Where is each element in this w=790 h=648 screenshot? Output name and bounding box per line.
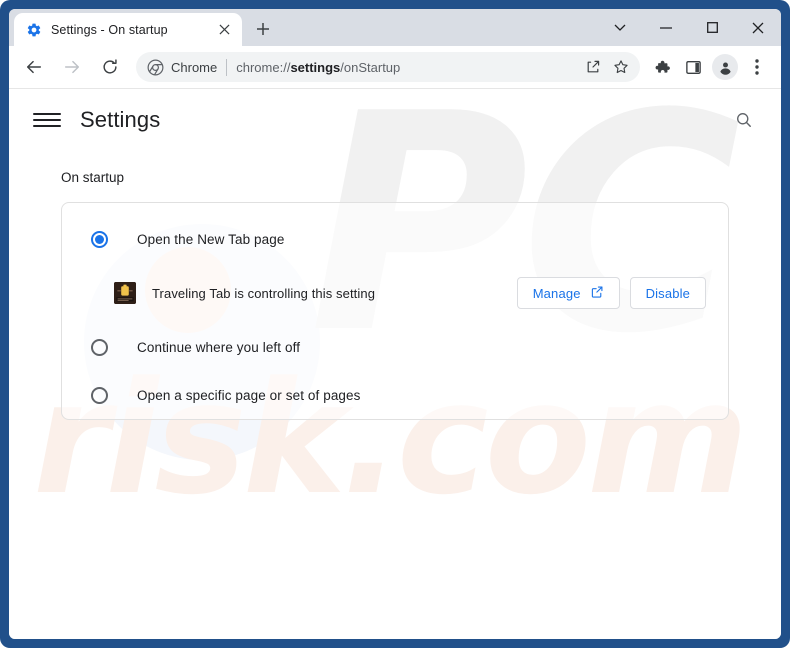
settings-page: PC risk.com Settings On startup xyxy=(9,89,781,639)
url-path: /onStartup xyxy=(340,59,401,75)
reload-icon[interactable] xyxy=(94,51,126,83)
browser-window: Settings - On startup Chrome chrome://se… xyxy=(0,0,790,648)
puzzle-piece-icon[interactable] xyxy=(647,53,675,81)
side-panel-icon[interactable] xyxy=(679,53,707,81)
radio-button-unselected[interactable] xyxy=(91,386,108,404)
tab-strip: Settings - On startup xyxy=(9,9,781,46)
radio-label: Open the New Tab page xyxy=(137,231,285,247)
settings-content: On startup Open the New Tab page Traveli… xyxy=(9,170,781,420)
star-icon[interactable] xyxy=(608,54,634,80)
radio-label: Continue where you left off xyxy=(137,339,301,355)
profile-avatar-icon[interactable] xyxy=(712,54,738,80)
manage-button-label: Manage xyxy=(532,285,581,301)
window-inner: Settings - On startup Chrome chrome://se… xyxy=(9,9,781,639)
close-button[interactable] xyxy=(735,11,781,45)
browser-toolbar: Chrome chrome://settings/onStartup xyxy=(9,46,781,89)
tab-search-chevron-down-icon[interactable] xyxy=(597,11,643,45)
radio-button-unselected[interactable] xyxy=(91,338,108,356)
maximize-button[interactable] xyxy=(689,11,735,45)
page-title: Settings xyxy=(80,107,161,132)
radio-option-continue-where-left-off[interactable]: Continue where you left off xyxy=(62,323,728,371)
tab-title: Settings - On startup xyxy=(51,22,168,37)
browser-tab[interactable]: Settings - On startup xyxy=(14,13,242,46)
new-tab-button[interactable] xyxy=(249,15,277,43)
minimize-button[interactable] xyxy=(643,11,689,45)
three-dot-menu-icon[interactable] xyxy=(743,53,771,81)
manage-button[interactable]: Manage xyxy=(516,277,620,309)
traveling-tab-extension-icon xyxy=(114,282,136,304)
radio-option-new-tab-page[interactable]: Open the New Tab page xyxy=(62,215,728,263)
url-prefix: chrome:// xyxy=(236,59,291,75)
window-controls xyxy=(597,9,781,46)
radio-label: Open a specific page or set of pages xyxy=(137,387,361,403)
extension-control-notice: Traveling Tab is controlling this settin… xyxy=(62,263,728,323)
omnibox-chip-label: Chrome xyxy=(171,59,218,75)
radio-button-selected[interactable] xyxy=(91,230,108,248)
address-bar[interactable]: Chrome chrome://settings/onStartup xyxy=(136,52,640,82)
forward-arrow-icon[interactable] xyxy=(56,51,88,83)
omnibox-url: chrome://settings/onStartup xyxy=(236,60,576,75)
radio-option-specific-pages[interactable]: Open a specific page or set of pages xyxy=(62,371,728,419)
disable-button-label: Disable xyxy=(645,285,690,301)
omnibox-separator xyxy=(226,58,228,76)
on-startup-card: Open the New Tab page Traveling Tab is c… xyxy=(61,202,729,420)
chrome-logo-icon xyxy=(147,59,164,76)
section-label-on-startup: On startup xyxy=(61,170,125,185)
external-link-icon xyxy=(590,285,604,302)
disable-button[interactable]: Disable xyxy=(629,277,706,309)
back-arrow-icon[interactable] xyxy=(18,51,50,83)
controlled-setting-text: Traveling Tab is controlling this settin… xyxy=(152,285,376,301)
search-icon[interactable] xyxy=(729,105,759,135)
settings-gear-icon xyxy=(26,22,42,38)
hamburger-menu-icon[interactable] xyxy=(33,106,61,134)
share-icon[interactable] xyxy=(580,54,606,80)
settings-header: Settings xyxy=(9,89,781,151)
url-host: settings xyxy=(290,59,341,75)
omnibox-actions xyxy=(580,54,634,80)
close-icon[interactable] xyxy=(215,21,233,39)
